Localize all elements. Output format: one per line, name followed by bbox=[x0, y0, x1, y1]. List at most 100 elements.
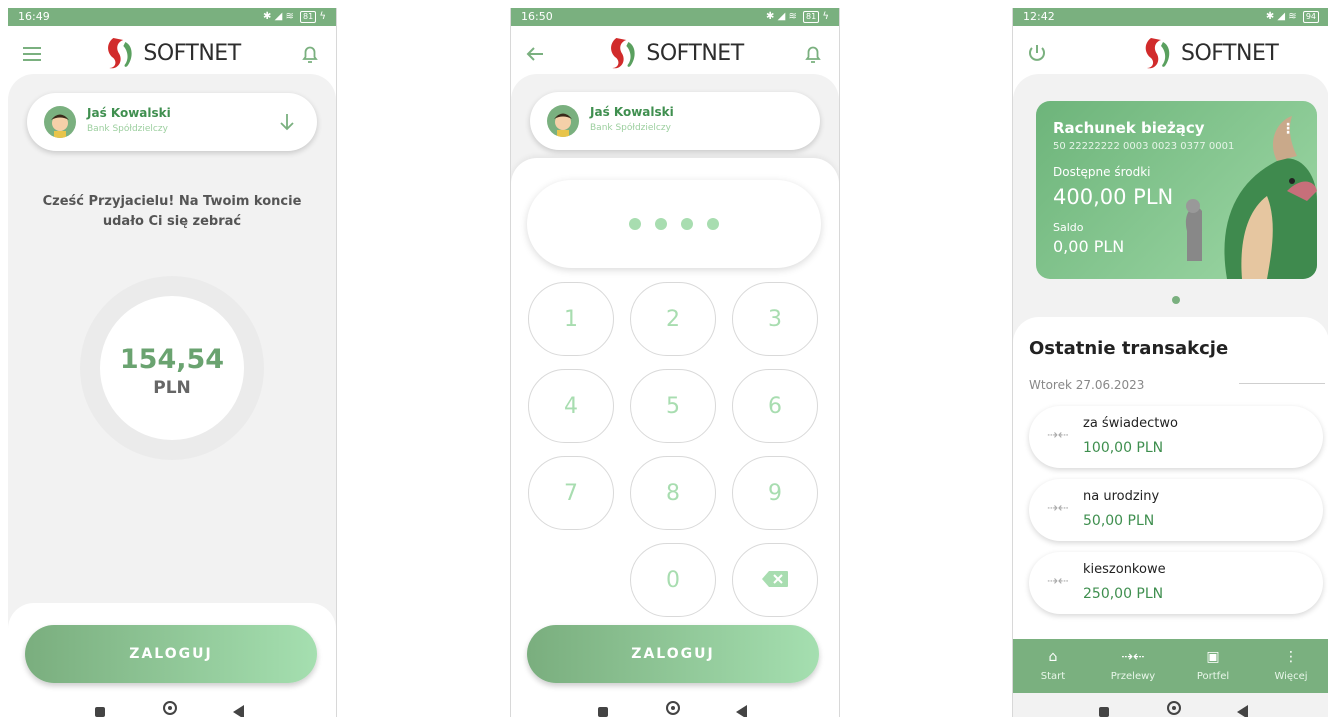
tab-label: Portfel bbox=[1196, 671, 1230, 682]
pin-dot bbox=[655, 218, 667, 230]
recent-apps-icon[interactable] bbox=[598, 707, 608, 717]
home-nav-icon[interactable] bbox=[1167, 701, 1181, 715]
tab-przelewy[interactable]: ⇢⇠ Przelewy bbox=[1093, 639, 1173, 693]
pin-dot bbox=[629, 218, 641, 230]
transactions-heading: Ostatnie transakcje bbox=[1029, 338, 1229, 359]
tab-label: Start bbox=[1040, 671, 1066, 682]
home-nav-icon[interactable] bbox=[666, 701, 680, 715]
user-bank: Bank Spółdzielczy bbox=[590, 123, 671, 133]
available-funds-label: Dostępne środki bbox=[1053, 165, 1151, 179]
status-time: 16:49 bbox=[18, 10, 50, 23]
back-nav-icon[interactable] bbox=[1237, 705, 1248, 717]
home-icon: ⌂ bbox=[1048, 649, 1058, 665]
power-icon[interactable] bbox=[1025, 42, 1049, 66]
login-button[interactable]: ZALOGUJ bbox=[25, 625, 317, 683]
key-4[interactable]: 4 bbox=[528, 369, 614, 443]
user-bank: Bank Spółdzielczy bbox=[87, 124, 168, 134]
back-nav-icon[interactable] bbox=[233, 705, 244, 717]
key-5[interactable]: 5 bbox=[630, 369, 716, 443]
bell-icon[interactable] bbox=[801, 42, 825, 66]
bell-icon[interactable] bbox=[298, 42, 322, 66]
more-vertical-icon: ⋮ bbox=[1284, 649, 1298, 665]
softnet-logo-mark-icon bbox=[611, 38, 635, 69]
user-name: Jaś Kowalski bbox=[590, 105, 674, 119]
status-icons: ✱ ◢ ≋ 81 ϟ bbox=[766, 11, 829, 23]
transaction-amount: 250,00 PLN bbox=[1083, 586, 1164, 602]
brand-name: SOFTNET bbox=[1181, 40, 1279, 66]
brand-name: SOFTNET bbox=[143, 40, 241, 66]
status-time: 16:50 bbox=[521, 10, 553, 23]
status-icons: ✱ ◢ ≋ 94 bbox=[1266, 8, 1319, 26]
login-button[interactable]: ZALOGUJ bbox=[527, 625, 819, 683]
softnet-logo: SOFTNET bbox=[1141, 36, 1279, 70]
home-nav-icon[interactable] bbox=[163, 701, 177, 715]
transaction-title: za świadectwo bbox=[1083, 416, 1178, 431]
backspace-icon bbox=[762, 570, 788, 587]
arrow-down-icon[interactable] bbox=[277, 111, 297, 133]
key-3[interactable]: 3 bbox=[732, 282, 818, 356]
key-6[interactable]: 6 bbox=[732, 369, 818, 443]
key-0[interactable]: 0 bbox=[630, 543, 716, 617]
transaction-title: kieszonkowe bbox=[1083, 562, 1166, 577]
kid-avatar-icon bbox=[51, 114, 69, 138]
pin-display bbox=[527, 180, 821, 268]
tab-wiecej[interactable]: ⋮ Więcej bbox=[1253, 639, 1328, 693]
transaction-amount: 50,00 PLN bbox=[1083, 513, 1155, 529]
saldo-amount: 0,00 PLN bbox=[1053, 237, 1125, 256]
pin-dot bbox=[707, 218, 719, 230]
balance-ring: 154,54 PLN bbox=[80, 276, 264, 460]
kid-avatar-icon bbox=[554, 113, 572, 137]
phone-screen-pin: 16:50 ✱ ◢ ≋ 81 ϟ SOFTNET Jaś Kowalski Ba… bbox=[510, 8, 840, 717]
app-header: SOFTNET bbox=[1013, 26, 1328, 78]
back-arrow-icon[interactable] bbox=[523, 42, 547, 66]
back-nav-icon[interactable] bbox=[736, 705, 747, 717]
app-header: SOFTNET bbox=[511, 26, 839, 78]
account-card[interactable]: Rachunek bieżący 50 22222222 0003 0023 0… bbox=[1036, 101, 1317, 279]
softnet-logo: SOFTNET bbox=[606, 36, 744, 70]
status-time: 12:42 bbox=[1023, 10, 1055, 23]
user-card[interactable]: Jaś Kowalski Bank Spółdzielczy bbox=[27, 93, 317, 151]
transfer-icon: ⇢⇠ bbox=[1121, 649, 1145, 665]
tab-portfel[interactable]: ▣ Portfel bbox=[1173, 639, 1253, 693]
user-name: Jaś Kowalski bbox=[87, 106, 171, 120]
pin-dot bbox=[681, 218, 693, 230]
key-8[interactable]: 8 bbox=[630, 456, 716, 530]
greeting-text: Cześć Przyjacielu! Na Twoim koncie udało… bbox=[42, 194, 302, 229]
transaction-item[interactable]: ⇢⇠ za świadectwo 100,00 PLN bbox=[1029, 406, 1323, 468]
saldo-label: Saldo bbox=[1053, 221, 1084, 234]
hamburger-menu-icon[interactable] bbox=[20, 42, 44, 66]
key-7[interactable]: 7 bbox=[528, 456, 614, 530]
battery-icon: 81 bbox=[803, 11, 820, 23]
balance-currency: PLN bbox=[153, 378, 191, 398]
tab-start[interactable]: ⌂ Start bbox=[1013, 639, 1093, 693]
key-9[interactable]: 9 bbox=[732, 456, 818, 530]
balance-circle: 154,54 PLN bbox=[100, 296, 244, 440]
softnet-logo-mark-icon bbox=[1145, 38, 1170, 69]
more-vertical-icon[interactable]: ⋮ bbox=[1281, 121, 1295, 137]
battery-icon: 81 bbox=[300, 11, 317, 23]
user-card[interactable]: Jaś Kowalski Bank Spółdzielczy bbox=[530, 92, 820, 150]
recent-apps-icon[interactable] bbox=[1099, 707, 1109, 717]
status-bar: 16:49 ✱ ◢ ≋ 81 ϟ bbox=[8, 8, 336, 26]
available-funds-amount: 400,00 PLN bbox=[1053, 185, 1174, 209]
transfer-arrows-icon: ⇢⇠ bbox=[1047, 501, 1069, 516]
status-bar: 12:42 ✱ ◢ ≋ 94 bbox=[1013, 8, 1328, 26]
transactions-date: Wtorek 27.06.2023 bbox=[1029, 378, 1145, 392]
backspace-key[interactable] bbox=[732, 543, 818, 617]
transaction-title: na urodziny bbox=[1083, 489, 1160, 504]
recent-apps-icon[interactable] bbox=[95, 707, 105, 717]
bottom-tab-bar: ⌂ Start ⇢⇠ Przelewy ▣ Portfel ⋮ Więcej bbox=[1013, 639, 1328, 693]
transaction-item[interactable]: ⇢⇠ na urodziny 50,00 PLN bbox=[1029, 479, 1323, 541]
key-1[interactable]: 1 bbox=[528, 282, 614, 356]
balance-amount: 154,54 bbox=[119, 344, 225, 375]
status-bar: 16:50 ✱ ◢ ≋ 81 ϟ bbox=[511, 8, 839, 26]
key-2[interactable]: 2 bbox=[630, 282, 716, 356]
battery-icon: 94 bbox=[1302, 11, 1319, 23]
transfer-arrows-icon: ⇢⇠ bbox=[1047, 428, 1069, 443]
brand-name: SOFTNET bbox=[646, 40, 744, 66]
app-header: SOFTNET bbox=[8, 26, 336, 78]
transaction-amount: 100,00 PLN bbox=[1083, 440, 1164, 456]
carousel-dot bbox=[1172, 296, 1180, 304]
transaction-item[interactable]: ⇢⇠ kieszonkowe 250,00 PLN bbox=[1029, 552, 1323, 614]
softnet-logo-mark-icon bbox=[108, 38, 132, 69]
